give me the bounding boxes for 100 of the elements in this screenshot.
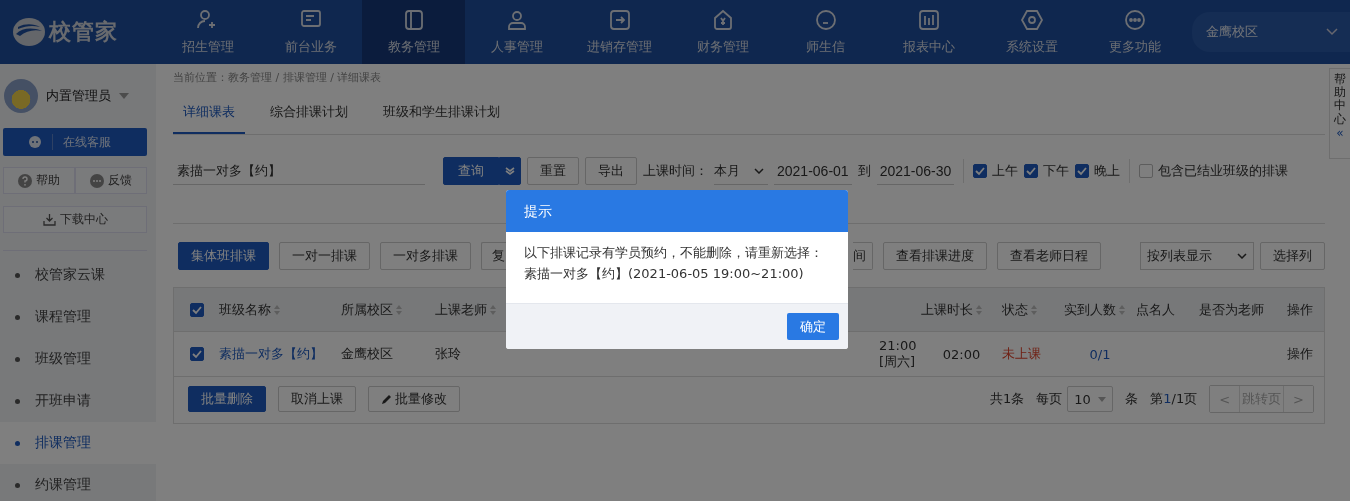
sidebar-item[interactable]: 班级管理 bbox=[0, 338, 156, 380]
chevron-icon bbox=[505, 166, 515, 176]
help-button[interactable]: 帮助 bbox=[3, 167, 75, 194]
caret-icon bbox=[119, 93, 129, 99]
chevron-icon bbox=[1326, 28, 1338, 36]
toolbar-button[interactable]: 复 bbox=[481, 242, 507, 270]
dialog-title: 提示 bbox=[506, 190, 848, 232]
pencil-icon bbox=[381, 393, 392, 405]
sidebar-item[interactable]: 开班申请 bbox=[0, 380, 156, 422]
user-name[interactable]: 内置管理员 bbox=[46, 87, 111, 105]
checkbox[interactable] bbox=[1024, 164, 1039, 178]
column-header[interactable]: 班级名称 bbox=[219, 300, 281, 319]
nav-tab[interactable]: 人事管理 bbox=[465, 0, 568, 64]
per-page-select[interactable]: 10 bbox=[1067, 386, 1114, 412]
time-label: 上课时间： bbox=[643, 162, 708, 180]
checkbox[interactable] bbox=[1075, 164, 1090, 178]
dropdown-button[interactable] bbox=[499, 157, 521, 185]
choose-columns-button[interactable]: 选择列 bbox=[1260, 242, 1325, 270]
nav-tab[interactable]: 财务管理 bbox=[671, 0, 774, 64]
nav-tab[interactable]: 师生信 bbox=[774, 0, 877, 64]
page-indicator: 第1/1页 bbox=[1150, 390, 1198, 408]
help-icon bbox=[18, 173, 32, 188]
nav-tab[interactable]: 教务管理 bbox=[362, 0, 465, 64]
checkbox-label: 下午 bbox=[1043, 162, 1070, 180]
date-field[interactable]: 2021-06-30 bbox=[876, 157, 955, 185]
sidebar-item[interactable]: 校管家云课 bbox=[0, 254, 156, 296]
column-header[interactable]: 是否为老师 bbox=[1199, 300, 1264, 319]
chevron-icon bbox=[754, 167, 764, 174]
status-text: 未上课 bbox=[1002, 345, 1041, 363]
nav-tab[interactable]: 系统设置 bbox=[980, 0, 1083, 64]
class-link[interactable]: 素描一对多【约】 bbox=[219, 345, 323, 363]
help-center-tab[interactable]: 帮助中心 « bbox=[1329, 68, 1350, 159]
column-header[interactable]: 上课老师 bbox=[435, 300, 497, 319]
table-cell: 金鹰校区 bbox=[341, 345, 393, 363]
nav-tab[interactable]: 更多功能 bbox=[1083, 0, 1186, 64]
table-cell: 02:00 bbox=[942, 346, 981, 362]
date-field[interactable]: 2021-06-01 bbox=[774, 157, 852, 185]
tab[interactable]: 综合排课计划 bbox=[260, 92, 358, 134]
sort-icon[interactable] bbox=[975, 303, 983, 316]
sidebar-item[interactable]: 课程管理 bbox=[0, 296, 156, 338]
column-header[interactable]: 点名人 bbox=[1136, 300, 1175, 319]
avatar bbox=[4, 79, 38, 113]
to-label: 到 bbox=[857, 162, 871, 180]
total-count: 共1条 bbox=[989, 390, 1025, 408]
chat-icon bbox=[90, 173, 104, 188]
dialog-message: 以下排课记录有学员预约，不能删除，请重新选择： bbox=[524, 244, 824, 262]
campus-select[interactable]: 金鹰校区 bbox=[1192, 12, 1350, 52]
per-page-label: 每页 bbox=[1036, 390, 1063, 408]
download-center-button[interactable]: 下载中心 bbox=[3, 206, 147, 233]
settings-icon bbox=[1019, 8, 1044, 32]
sidebar-item[interactable]: 约课管理 bbox=[0, 464, 156, 501]
checkbox[interactable] bbox=[1139, 164, 1154, 178]
table-cell: 张玲 bbox=[435, 345, 461, 363]
checkbox[interactable] bbox=[189, 302, 204, 317]
nav-tab[interactable]: 报表中心 bbox=[877, 0, 980, 64]
period-select[interactable]: 本月 bbox=[714, 157, 768, 185]
view-select[interactable]: 按列表显示 bbox=[1140, 242, 1254, 270]
nav-tab[interactable]: 进销存管理 bbox=[568, 0, 671, 64]
checkbox-label: 包含已结业班级的排课 bbox=[1158, 162, 1289, 180]
column-header[interactable]: 实到人数 bbox=[1064, 300, 1126, 319]
more-icon bbox=[1122, 8, 1147, 32]
toolbar-button[interactable]: 查看老师日程 bbox=[997, 242, 1101, 270]
export-button[interactable]: 导出 bbox=[585, 157, 637, 185]
checkbox[interactable] bbox=[973, 164, 988, 178]
online-service-button[interactable]: 在线客服 bbox=[3, 128, 147, 156]
query-button[interactable]: 查询 bbox=[443, 157, 499, 185]
chat-icon bbox=[813, 8, 838, 32]
operation-link[interactable]: 操作 bbox=[1287, 345, 1313, 363]
column-header[interactable]: 上课时长 bbox=[921, 300, 983, 319]
cancel-class-button[interactable]: 取消上课 bbox=[278, 386, 356, 412]
feedback-button[interactable]: 反馈 bbox=[75, 167, 147, 194]
sort-icon[interactable] bbox=[1030, 303, 1038, 316]
download-icon bbox=[42, 213, 56, 226]
caret-icon bbox=[1098, 396, 1107, 402]
attendance-link[interactable]: 0/1 bbox=[1089, 346, 1111, 362]
checkbox-label: 晚上 bbox=[1094, 162, 1121, 180]
bulk-delete-button[interactable]: 批量删除 bbox=[188, 386, 266, 412]
sidebar-item[interactable]: 排课管理 bbox=[0, 422, 156, 464]
logo-icon bbox=[12, 17, 46, 47]
toolbar-button[interactable]: 查看排课进度 bbox=[883, 242, 987, 270]
reset-button[interactable]: 重置 bbox=[527, 157, 579, 185]
checkbox[interactable] bbox=[189, 347, 204, 361]
sort-icon[interactable] bbox=[395, 303, 403, 316]
column-header[interactable]: 状态 bbox=[1002, 300, 1038, 319]
column-header[interactable]: 操作 bbox=[1287, 300, 1313, 319]
ok-button[interactable]: 确定 bbox=[787, 313, 839, 340]
bulk-edit-button[interactable]: 批量修改 bbox=[368, 386, 460, 412]
chat-icon bbox=[28, 135, 42, 149]
toolbar-button[interactable]: 集体班排课 bbox=[178, 242, 269, 270]
nav-tab[interactable]: 招生管理 bbox=[156, 0, 259, 64]
tab[interactable]: 班级和学生排课计划 bbox=[373, 92, 510, 134]
tab[interactable]: 详细课表 bbox=[173, 92, 245, 134]
sort-icon[interactable] bbox=[1118, 303, 1126, 316]
checkbox-label: 上午 bbox=[992, 162, 1019, 180]
column-header[interactable]: 所属校区 bbox=[341, 300, 403, 319]
sort-icon[interactable] bbox=[489, 303, 497, 316]
toolbar-button[interactable]: 间 bbox=[853, 242, 873, 270]
nav-tab[interactable]: 前台业务 bbox=[259, 0, 362, 64]
chart-icon bbox=[916, 8, 941, 32]
sort-icon[interactable] bbox=[273, 303, 281, 316]
